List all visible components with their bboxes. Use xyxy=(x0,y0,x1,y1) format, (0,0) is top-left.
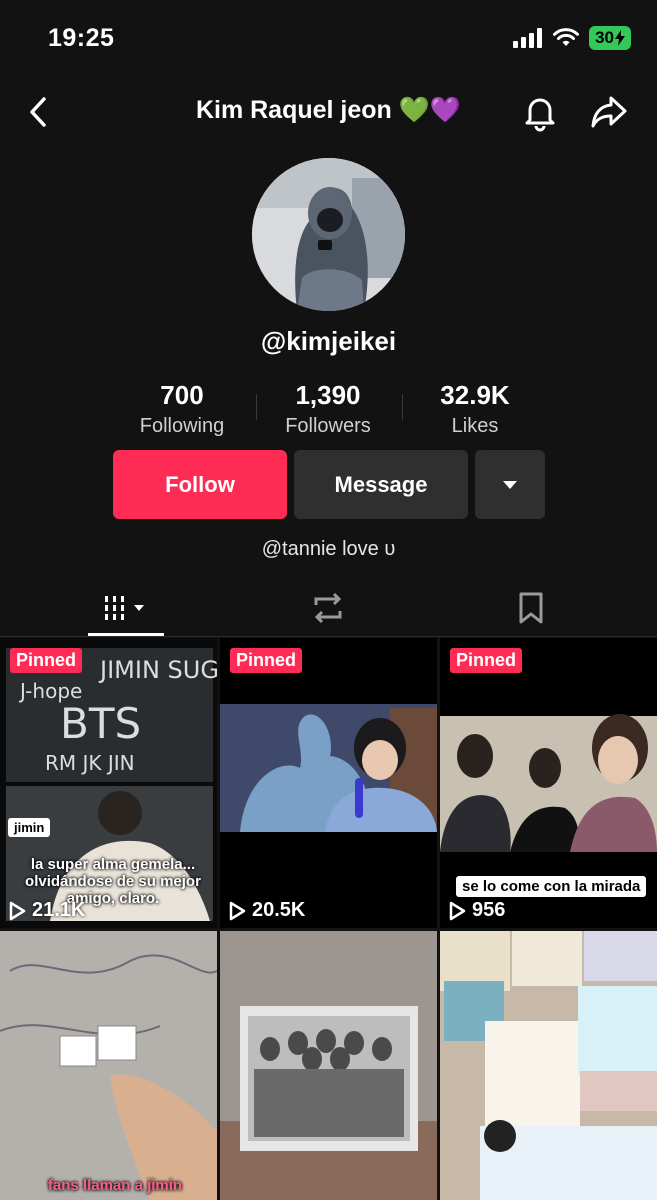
view-count: 21.1K xyxy=(8,899,85,922)
video-grid: J-hope JIMIN SUGA BTS RM JK JIN Pinned j… xyxy=(0,638,657,1200)
followers-count: 1,390 xyxy=(295,380,361,410)
play-icon xyxy=(449,901,466,920)
stats-divider xyxy=(256,394,257,420)
video-thumbnail-image xyxy=(0,931,217,1200)
status-time: 19:25 xyxy=(48,24,115,52)
charging-icon xyxy=(615,30,625,46)
battery-indicator: 30 xyxy=(589,26,631,50)
video-thumbnail[interactable] xyxy=(440,931,657,1200)
pinned-badge: Pinned xyxy=(450,648,523,673)
grid-icon xyxy=(101,596,144,620)
profile-header: Kim Raquel jeon 💚💜 xyxy=(0,84,657,140)
bookmark-icon xyxy=(519,592,543,624)
profile-bio: @tannie love ᴜ xyxy=(261,538,396,560)
stat-likes[interactable]: 32.9K Likes xyxy=(405,380,545,438)
video-thumbnail[interactable]: Pinned 20.5K xyxy=(220,638,437,928)
svg-text:RM JK JIN: RM JK JIN xyxy=(45,751,135,775)
followers-label: Followers xyxy=(285,415,371,437)
svg-text:BTS: BTS xyxy=(60,699,141,748)
repost-icon xyxy=(314,592,342,624)
signal-icon xyxy=(513,28,543,48)
message-button[interactable]: Message xyxy=(294,450,468,519)
battery-level: 30 xyxy=(595,28,614,47)
profile-stats: 700 Following 1,390 Followers 32.9K Like… xyxy=(0,380,657,440)
following-label: Following xyxy=(139,415,225,437)
video-tag-label: jimin xyxy=(8,818,51,837)
bell-icon[interactable] xyxy=(520,92,560,132)
follow-button[interactable]: Follow xyxy=(113,450,287,519)
play-icon xyxy=(9,901,26,920)
video-thumbnail[interactable]: Pinned se lo come con la mirada 956 xyxy=(440,638,657,928)
video-thumbnail-image xyxy=(220,638,437,928)
video-subtitle: fans llaman a jimin xyxy=(47,1177,183,1194)
svg-text:JIMIN SUGA: JIMIN SUGA xyxy=(98,656,217,684)
following-count: 700 xyxy=(160,380,204,410)
view-count-text: 21.1K xyxy=(32,899,86,921)
stat-followers[interactable]: 1,390 Followers xyxy=(258,380,398,438)
stats-divider xyxy=(402,394,403,420)
profile-username: @kimjeikei xyxy=(260,326,397,356)
stat-following[interactable]: 700 Following xyxy=(112,380,252,438)
video-thumbnail[interactable]: J-hope JIMIN SUGA BTS RM JK JIN Pinned j… xyxy=(0,638,217,928)
status-bar: 19:25 30 xyxy=(0,0,657,80)
avatar-image xyxy=(252,158,405,311)
video-thumbnail[interactable] xyxy=(220,931,437,1200)
video-thumbnail-image xyxy=(220,931,437,1200)
avatar[interactable] xyxy=(252,158,405,311)
status-icons: 30 xyxy=(513,26,631,50)
view-count-text: 20.5K xyxy=(252,899,306,921)
likes-label: Likes xyxy=(451,415,499,437)
wifi-icon xyxy=(553,28,580,46)
view-count-text: 956 xyxy=(472,899,506,921)
tab-favorites[interactable] xyxy=(491,586,571,630)
view-count: 20.5K xyxy=(228,899,305,922)
suggested-accounts-button[interactable] xyxy=(475,450,545,519)
video-thumbnail-image xyxy=(440,931,657,1200)
tab-videos[interactable] xyxy=(86,586,166,630)
pinned-badge: Pinned xyxy=(10,648,83,673)
tab-reposts[interactable] xyxy=(288,586,368,630)
likes-count: 32.9K xyxy=(440,380,510,410)
content-tabs xyxy=(0,580,657,637)
active-tab-indicator xyxy=(88,633,164,636)
play-icon xyxy=(229,901,246,920)
share-icon[interactable] xyxy=(589,92,629,132)
view-count: 956 xyxy=(448,899,505,922)
video-caption: se lo come con la mirada xyxy=(456,876,647,897)
caret-down-icon xyxy=(503,480,517,489)
video-thumbnail[interactable]: fans llaman a jimin xyxy=(0,931,217,1200)
pinned-badge: Pinned xyxy=(230,648,303,673)
